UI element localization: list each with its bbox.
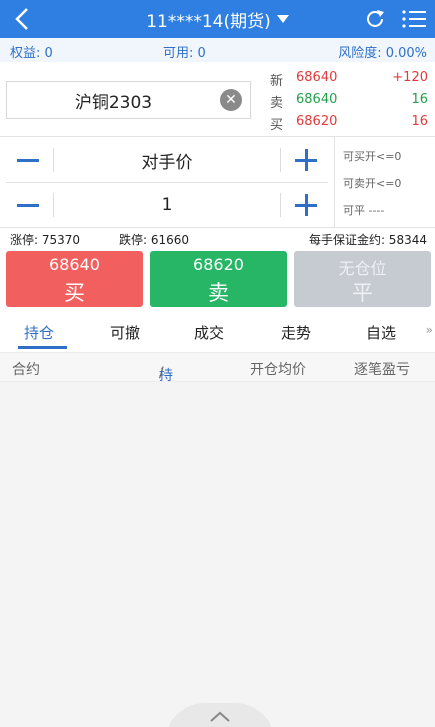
quote-label: 卖 — [270, 96, 284, 111]
close-icon: ✕ — [225, 92, 237, 108]
bottom-tabs: 持仓 可撤 成交 走势 自选 » — [0, 314, 435, 350]
separator — [280, 148, 281, 172]
available-value: 可用: 0 — [163, 46, 206, 61]
limits-row: 涨停: 75370 跌停: 61660 每手保证金约: 58344 — [0, 228, 435, 248]
sell-price: 68620 — [193, 255, 244, 274]
quantity-stepper: 1 — [6, 185, 328, 225]
equity-value: 权益: 0 — [10, 46, 53, 61]
quote-ask[interactable]: 卖 68640 16 — [268, 89, 428, 111]
tab-positions[interactable]: 持仓 — [24, 322, 54, 343]
price-type[interactable]: 对手价 — [54, 140, 280, 180]
risk-value: 风险度: 0.00% — [338, 46, 427, 61]
buy-button[interactable]: 68640 买 — [6, 251, 143, 307]
buy-price: 68640 — [49, 255, 100, 274]
close-position-button[interactable]: 无仓位 平 — [294, 251, 431, 307]
tab-cancelable[interactable]: 可撤 — [110, 322, 140, 343]
more-tabs-icon[interactable]: » — [426, 323, 433, 337]
tab-trend[interactable]: 走势 — [281, 322, 311, 343]
separator — [280, 193, 281, 217]
quote-label: 买 — [270, 118, 284, 133]
close-limit: 可平 ---- — [343, 204, 385, 217]
menu-icon — [402, 10, 426, 28]
qty-plus-button[interactable] — [284, 185, 328, 225]
tab-watchlist[interactable]: 自选 — [366, 322, 396, 343]
sell-label: 卖 — [208, 281, 229, 305]
refresh-button[interactable] — [363, 7, 387, 31]
contract-code: 沪铜2303 — [74, 92, 153, 113]
chevron-down-icon — [276, 15, 289, 23]
tab-trades[interactable]: 成交 — [194, 322, 224, 343]
plus-icon-bar — [295, 203, 317, 207]
active-tab-indicator — [18, 346, 67, 349]
price-stepper: 对手价 — [6, 140, 328, 180]
close-status: 无仓位 — [338, 259, 387, 278]
chevron-up-icon — [210, 711, 230, 722]
account-summary: 权益: 0 可用: 0 风险度: 0.00% — [0, 38, 435, 62]
contract-input[interactable]: 沪铜2303 ✕ — [6, 81, 251, 119]
limit-down: 跌停: 61660 — [119, 233, 190, 247]
positions-list — [0, 382, 435, 727]
minus-icon — [17, 203, 39, 207]
close-label: 平 — [352, 281, 373, 305]
divider — [6, 182, 328, 183]
minus-icon — [17, 158, 39, 162]
limit-up: 涨停: 75370 — [10, 233, 81, 247]
quote-volume: 16 — [411, 92, 428, 107]
quote-change: +120 — [392, 70, 428, 85]
col-pnl[interactable]: 逐笔盈亏 — [354, 359, 410, 379]
positions-table-header: 合约 持仓/可用 开仓均价 逐笔盈亏 — [0, 352, 435, 420]
open-sell-limit: 可卖开<=0 — [343, 177, 402, 190]
col-contract: 合约 — [12, 362, 40, 378]
availability-panel: 可买开<=0 可卖开<=0 可平 ---- — [334, 137, 435, 227]
quote-bid[interactable]: 买 68620 16 — [268, 111, 428, 133]
quote-price: 68640 — [296, 92, 338, 107]
quote-last: 新 68640 +120 — [268, 67, 428, 89]
clear-button[interactable]: ✕ — [220, 89, 242, 111]
col-open-price[interactable]: 开仓均价 — [250, 359, 306, 379]
price-plus-button[interactable] — [284, 140, 328, 180]
quote-volume: 16 — [411, 114, 428, 129]
account-title: 11****14(期货) — [146, 11, 271, 32]
menu-button[interactable] — [401, 7, 427, 31]
plus-icon-bar — [295, 158, 317, 162]
qty-minus-button[interactable] — [6, 185, 50, 225]
top-bar: 11****14(期货) — [0, 0, 435, 38]
quote-label: 新 — [270, 74, 284, 89]
quote-price: 68640 — [296, 70, 338, 85]
price-minus-button[interactable] — [6, 140, 50, 180]
quote-price: 68620 — [296, 114, 338, 129]
open-buy-limit: 可买开<=0 — [343, 150, 402, 163]
buy-label: 买 — [64, 281, 85, 305]
sell-button[interactable]: 68620 卖 — [150, 251, 287, 307]
refresh-icon — [367, 10, 384, 27]
quantity-value[interactable]: 1 — [54, 185, 280, 225]
margin-per-lot: 每手保证金约: 58344 — [308, 233, 427, 247]
